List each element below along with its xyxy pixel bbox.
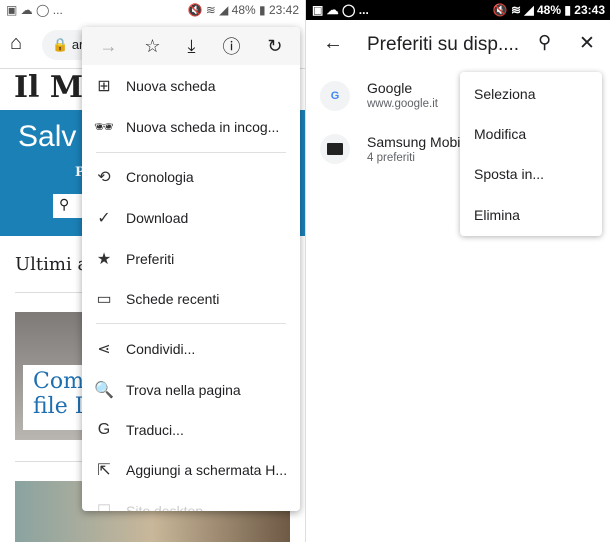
back-arrow-icon[interactable]: ←	[323, 32, 343, 55]
new-tab-icon: ⊞	[97, 78, 111, 95]
devices-icon: ▭	[96, 291, 112, 308]
refresh-icon[interactable]: ↻	[267, 36, 282, 57]
label: Schede recenti	[126, 291, 220, 307]
menu-item-translate[interactable]: G Traduci...	[82, 412, 300, 448]
label: Aggiungi a schermata H...	[126, 462, 288, 478]
share-icon: ⋖	[97, 341, 111, 358]
label: Nuova scheda	[126, 78, 216, 94]
bookmark-context-menu: Seleziona Modifica Sposta in... Elimina	[460, 72, 602, 236]
download-done-icon: ✓	[97, 210, 111, 227]
site-logo: Il M	[14, 70, 84, 105]
translate-icon: G	[97, 421, 111, 438]
menu-item-add-home[interactable]: ⇱ Aggiungi a schermata H...	[82, 452, 300, 488]
menu-item-downloads[interactable]: ✓ Download	[82, 200, 300, 236]
status-bar: ▣ ☁ ◯ ... 🔇 ≋ ◢ 48% ▮ 23:43	[306, 0, 610, 20]
download-icon[interactable]: ⤓	[188, 36, 196, 57]
chrome-overflow-menu: → ☆ ⤓ ⓘ ↻ ⊞ Nuova scheda 🕶 Nuova scheda in…	[82, 27, 300, 511]
status-right: 🔇 ≋ ◢ 48% ▮ 23:43	[492, 3, 605, 17]
info-icon[interactable]: ⓘ	[222, 33, 240, 59]
menu-item-bookmarks[interactable]: ★ Preferiti	[82, 241, 300, 277]
menu-item-move[interactable]: Sposta in...	[474, 166, 544, 182]
banner-title: Salv	[18, 120, 77, 153]
google-favicon: G	[320, 81, 350, 111]
star-filled-icon: ★	[96, 251, 112, 268]
add-to-home-icon: ⇱	[97, 462, 111, 479]
notification-icons: ▣ ☁ ◯ ...	[6, 3, 63, 17]
section-title: Ultimi a	[15, 254, 89, 275]
status-bar: ▣ ☁ ◯ ... 🔇 ≋ ◢ 48% ▮ 23:42	[0, 0, 305, 20]
close-icon[interactable]: ✕	[579, 32, 595, 55]
menu-item-share[interactable]: ⋖ Condividi...	[82, 331, 300, 367]
label: Cronologia	[126, 169, 194, 185]
bookmark-title[interactable]: Google	[367, 80, 412, 96]
find-in-page-icon: 🔍	[94, 382, 114, 399]
folder-title[interactable]: Samsung Mobil	[367, 134, 464, 150]
label: Trova nella pagina	[126, 382, 241, 398]
forward-icon[interactable]: →	[99, 36, 117, 57]
label: Condividi...	[126, 341, 196, 357]
chrome-browser-panel: ▣ ☁ ◯ ... 🔇 ≋ ◢ 48% ▮ 23:42 ⌂ 🔒 ar Il M …	[0, 0, 305, 542]
folder-icon	[320, 134, 350, 164]
bookmark-url: www.google.it	[367, 98, 438, 110]
menu-item-select[interactable]: Seleziona	[474, 86, 536, 102]
status-right: 🔇 ≋ ◢ 48% ▮ 23:42	[187, 3, 299, 17]
menu-item-incognito[interactable]: 🕶 Nuova scheda in incog...	[82, 109, 300, 145]
desktop-icon: ☐	[82, 501, 126, 511]
incognito-icon: 🕶	[93, 119, 115, 136]
label: Traduci...	[126, 422, 184, 438]
menu-item-find[interactable]: 🔍 Trova nella pagina	[82, 372, 300, 408]
label: Nuova scheda in incog...	[126, 119, 280, 135]
menu-item-desktop-site[interactable]: ☐Sito desktop	[82, 493, 300, 511]
lock-icon: 🔒	[52, 37, 69, 52]
menu-item-recent-tabs[interactable]: ▭ Schede recenti	[82, 281, 300, 317]
menu-item-delete[interactable]: Elimina	[474, 207, 520, 223]
menu-toolbar: → ☆ ⤓ ⓘ ↻	[82, 27, 300, 65]
menu-item-history[interactable]: ⟲ Cronologia	[82, 159, 300, 195]
menu-item-edit[interactable]: Modifica	[474, 126, 526, 142]
bookmarks-panel: ▣ ☁ ◯ ... 🔇 ≋ ◢ 48% ▮ 23:43 ← Preferiti …	[305, 0, 610, 542]
menu-item-new-tab[interactable]: ⊞ Nuova scheda	[82, 68, 300, 104]
label: Preferiti	[126, 251, 175, 267]
star-icon[interactable]: ☆	[144, 36, 160, 57]
search-icon[interactable]: ⚲	[538, 32, 551, 53]
notification-icons: ▣ ☁ ◯ ...	[312, 3, 369, 17]
page-title: Preferiti su disp....	[367, 34, 520, 55]
label: Download	[126, 210, 189, 226]
label: Sito desktop	[126, 503, 204, 511]
home-icon[interactable]: ⌂	[10, 32, 22, 55]
history-icon: ⟲	[97, 169, 111, 186]
folder-count: 4 preferiti	[367, 152, 415, 164]
